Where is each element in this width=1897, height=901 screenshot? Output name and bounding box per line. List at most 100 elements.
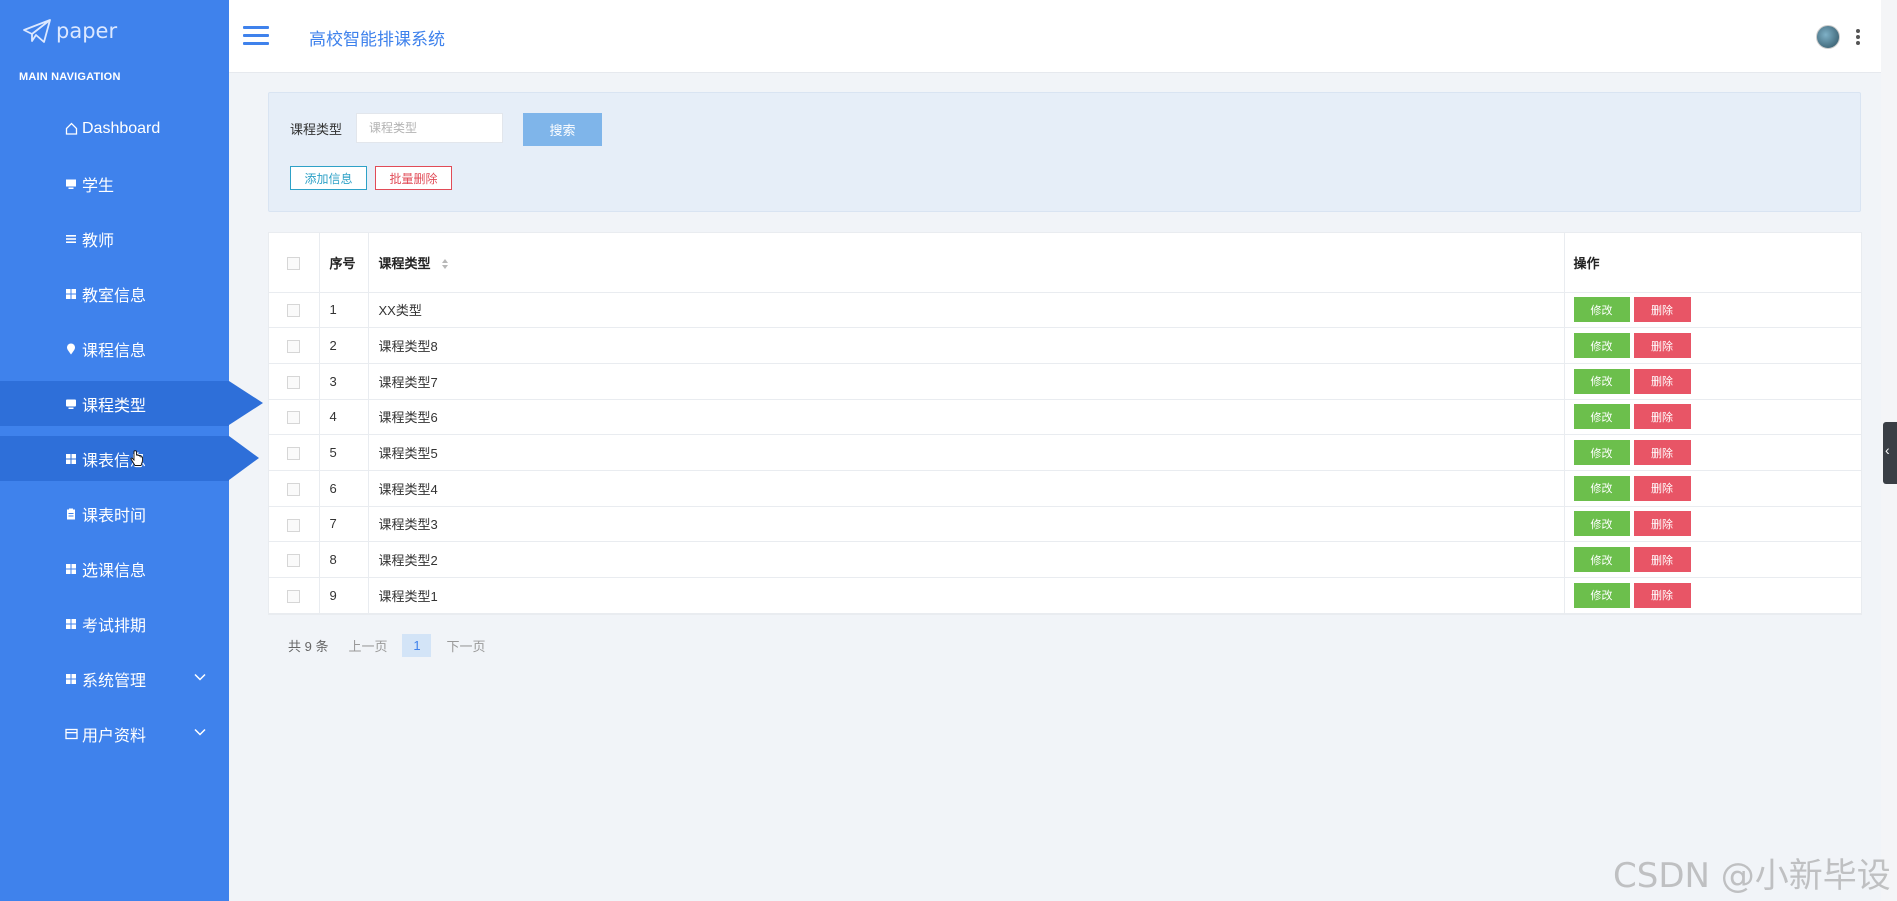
sidebar-item-course-selection[interactable]: 选课信息 xyxy=(0,546,229,591)
monitor-icon xyxy=(64,177,78,191)
table-row: 4 课程类型6 修改 删除 xyxy=(269,399,1861,436)
row-type: 课程类型2 xyxy=(368,541,1565,578)
sidebar-item-schedule-time[interactable]: 课表时间 xyxy=(0,491,229,536)
row-actions: 修改 删除 xyxy=(1564,292,1861,329)
sidebar-item-exam-schedule[interactable]: 考试排期 xyxy=(0,601,229,646)
sidebar: paper MAIN NAVIGATION Dashboard 学生 教师 教室… xyxy=(0,0,263,901)
chevron-down-icon xyxy=(194,728,206,736)
delete-button[interactable]: 删除 xyxy=(1633,582,1691,608)
table-row: 2 课程类型8 修改 删除 xyxy=(269,327,1861,364)
row-checkbox[interactable] xyxy=(287,304,301,318)
search-input[interactable] xyxy=(356,113,503,143)
edit-button[interactable]: 修改 xyxy=(1573,404,1630,430)
sidebar-item-teachers[interactable]: 教师 xyxy=(0,216,229,261)
row-checkbox[interactable] xyxy=(287,375,301,389)
brand-name: paper xyxy=(56,19,118,43)
delete-button[interactable]: 删除 xyxy=(1633,440,1691,466)
row-type: 课程类型7 xyxy=(368,363,1565,400)
top-bar: 高校智能排课系统 xyxy=(229,0,1881,73)
sidebar-item-course-types[interactable]: 课程类型 xyxy=(0,381,263,426)
edit-button[interactable]: 修改 xyxy=(1573,475,1630,501)
row-actions: 修改 删除 xyxy=(1564,470,1861,507)
row-checkbox[interactable] xyxy=(287,589,301,603)
delete-button[interactable]: 删除 xyxy=(1633,547,1691,573)
delete-button[interactable]: 删除 xyxy=(1633,511,1691,537)
row-no: 4 xyxy=(319,399,369,436)
row-type: 课程类型4 xyxy=(368,470,1565,507)
edit-button[interactable]: 修改 xyxy=(1573,297,1630,323)
sidebar-item-user-profile[interactable]: 用户资料 xyxy=(0,711,229,756)
header-type-label: 课程类型 xyxy=(378,255,431,271)
row-type: 课程类型1 xyxy=(368,577,1565,614)
sidebar-item-dashboard[interactable]: Dashboard xyxy=(0,106,229,151)
row-checkbox-cell xyxy=(269,399,320,436)
row-type: 课程类型3 xyxy=(368,506,1565,543)
sidebar-item-students[interactable]: 学生 xyxy=(0,161,229,206)
menu-toggle-icon[interactable] xyxy=(243,26,269,46)
delete-button[interactable]: 删除 xyxy=(1633,404,1691,430)
row-no: 5 xyxy=(319,434,369,471)
row-type: XX类型 xyxy=(368,292,1565,329)
select-all-checkbox[interactable] xyxy=(287,256,301,270)
sidebar-item-classrooms[interactable]: 教室信息 xyxy=(0,271,229,316)
table-row: 7 课程类型3 修改 删除 xyxy=(269,506,1861,543)
search-panel: 课程类型 搜索 添加信息 批量删除 xyxy=(268,92,1861,212)
edit-button[interactable]: 修改 xyxy=(1573,582,1630,608)
table-header-row: 序号 课程类型 操作 xyxy=(269,233,1861,293)
sidebar-item-label: 课表时间 xyxy=(82,507,147,525)
data-table: 序号 课程类型 操作 1 XX类型 修改 删除 2 课程类型8 修改 删除 3 … xyxy=(268,232,1862,615)
sidebar-item-label: 考试排期 xyxy=(82,617,147,635)
more-options-icon[interactable] xyxy=(1856,29,1862,45)
grid-icon xyxy=(64,562,78,576)
delete-button[interactable]: 删除 xyxy=(1633,475,1691,501)
row-checkbox[interactable] xyxy=(287,518,301,532)
delete-button[interactable]: 删除 xyxy=(1633,297,1691,323)
sidebar-item-label: 课程信息 xyxy=(82,342,147,360)
row-type: 课程类型6 xyxy=(368,399,1565,436)
brand-logo[interactable]: paper xyxy=(0,0,229,62)
sidebar-item-label: 用户资料 xyxy=(82,727,147,745)
monitor-icon xyxy=(64,397,78,411)
prev-page-button[interactable]: 上一页 xyxy=(348,636,387,655)
header-type[interactable]: 课程类型 xyxy=(368,233,1565,293)
avatar[interactable] xyxy=(1816,25,1840,49)
table-row: 9 课程类型1 修改 删除 xyxy=(269,577,1861,614)
row-no: 1 xyxy=(319,292,369,329)
row-checkbox[interactable] xyxy=(287,447,301,461)
batch-delete-button[interactable]: 批量删除 xyxy=(375,166,452,190)
row-no: 3 xyxy=(319,363,369,400)
sort-icon[interactable] xyxy=(441,258,449,270)
row-checkbox[interactable] xyxy=(287,411,301,425)
row-checkbox-cell xyxy=(269,363,320,400)
edit-button[interactable]: 修改 xyxy=(1573,547,1630,573)
next-page-button[interactable]: 下一页 xyxy=(446,636,485,655)
row-checkbox-cell xyxy=(269,541,320,578)
sidebar-item-label: 课程类型 xyxy=(82,397,147,415)
row-checkbox[interactable] xyxy=(287,554,301,568)
row-no: 6 xyxy=(319,470,369,507)
row-checkbox[interactable] xyxy=(287,482,301,496)
row-checkbox[interactable] xyxy=(287,340,301,354)
table-row: 6 课程类型4 修改 删除 xyxy=(269,470,1861,507)
edit-button[interactable]: 修改 xyxy=(1573,511,1630,537)
search-button[interactable]: 搜索 xyxy=(523,113,602,146)
nav-header: MAIN NAVIGATION xyxy=(19,71,121,83)
sidebar-item-system-management[interactable]: 系统管理 xyxy=(0,656,229,701)
edit-button[interactable]: 修改 xyxy=(1573,333,1630,359)
delete-button[interactable]: 删除 xyxy=(1633,333,1691,359)
side-panel-toggle[interactable] xyxy=(1883,422,1897,484)
clipboard-icon xyxy=(64,507,78,521)
sidebar-item-label: 教室信息 xyxy=(82,287,147,305)
row-actions: 修改 删除 xyxy=(1564,363,1861,400)
row-checkbox-cell xyxy=(269,470,320,507)
sidebar-item-timetable[interactable]: 课表信息 xyxy=(0,436,259,481)
row-no: 7 xyxy=(319,506,369,543)
add-button[interactable]: 添加信息 xyxy=(290,166,367,190)
page-number-button[interactable]: 1 xyxy=(402,634,432,657)
edit-button[interactable]: 修改 xyxy=(1573,368,1630,394)
edit-button[interactable]: 修改 xyxy=(1573,440,1630,466)
delete-button[interactable]: 删除 xyxy=(1633,368,1691,394)
sidebar-item-courses[interactable]: 课程信息 xyxy=(0,326,229,371)
row-actions: 修改 删除 xyxy=(1564,506,1861,543)
row-actions: 修改 删除 xyxy=(1564,434,1861,471)
